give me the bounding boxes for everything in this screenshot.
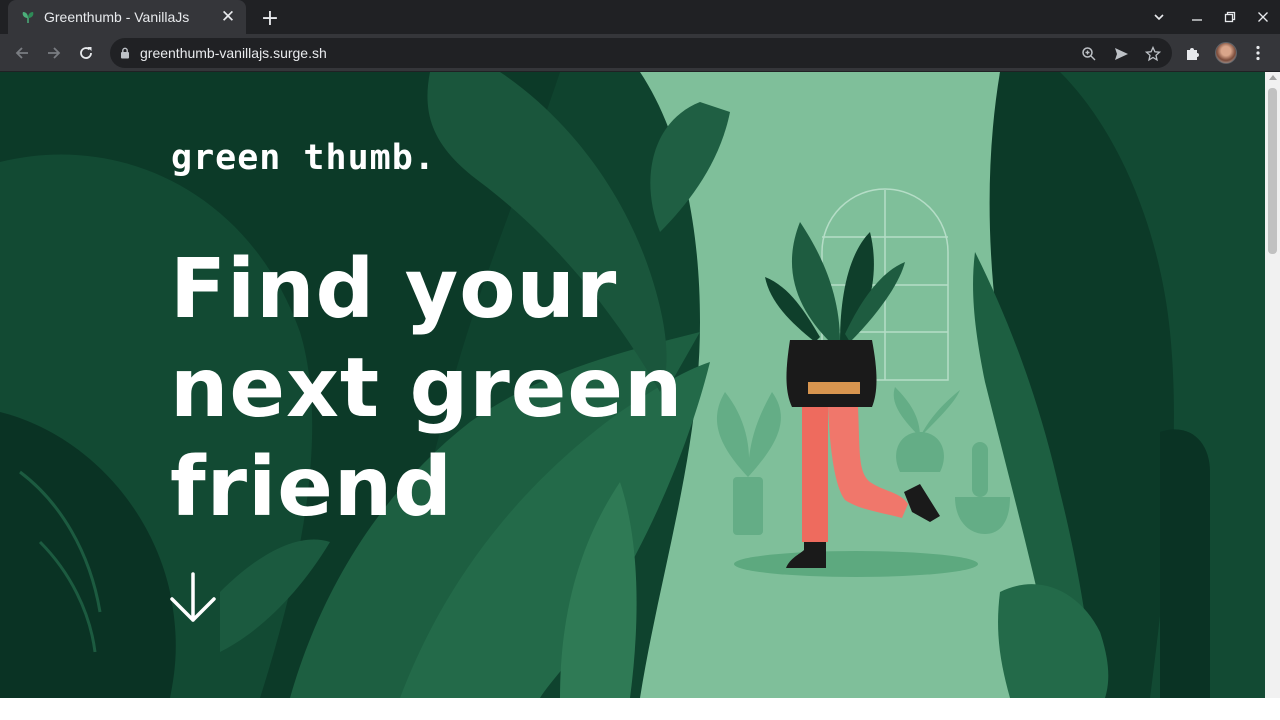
page-scrollbar[interactable]	[1265, 72, 1280, 698]
zoom-icon[interactable]	[1080, 45, 1098, 63]
scroll-up-arrow-icon[interactable]	[1269, 75, 1277, 80]
forward-arrow-icon[interactable]	[40, 39, 68, 67]
tab-close-icon[interactable]: ✕	[218, 7, 238, 27]
page-viewport: green thumb. Find your next green friend	[0, 72, 1265, 698]
headline-line: friend	[170, 440, 453, 535]
extensions-puzzle-icon[interactable]	[1183, 43, 1203, 63]
reload-icon[interactable]	[72, 39, 100, 67]
close-window-icon[interactable]	[1246, 0, 1279, 34]
address-bar[interactable]: greenthumb-vanillajs.surge.sh	[110, 38, 1172, 68]
send-icon[interactable]	[1112, 45, 1130, 63]
menu-kebab-icon[interactable]	[1248, 43, 1268, 63]
tab-title: Greenthumb - VanillaJs	[44, 9, 190, 25]
back-arrow-icon[interactable]	[8, 39, 36, 67]
browser-tab-bar: Greenthumb - VanillaJs ✕ +	[0, 0, 1280, 34]
browser-toolbar: greenthumb-vanillajs.surge.sh	[0, 34, 1280, 72]
scrollbar-thumb[interactable]	[1268, 88, 1277, 254]
profile-avatar[interactable]	[1215, 42, 1237, 64]
brand-logo[interactable]: green thumb.	[171, 138, 436, 178]
restore-icon[interactable]	[1213, 0, 1246, 34]
hero-headline: Find your next green friend	[170, 240, 683, 537]
next-section	[0, 698, 1265, 720]
url-text: greenthumb-vanillajs.surge.sh	[140, 45, 327, 61]
tab-search-icon[interactable]	[1142, 0, 1175, 34]
arrow-down-icon[interactable]	[169, 572, 217, 624]
bookmark-star-icon[interactable]	[1144, 45, 1162, 63]
new-tab-button[interactable]: +	[256, 4, 284, 32]
headline-line: next green	[170, 341, 684, 436]
minimize-icon[interactable]	[1180, 0, 1213, 34]
plant-favicon-icon	[20, 9, 36, 25]
lock-icon	[120, 44, 130, 63]
headline-line: Find your	[170, 242, 618, 337]
browser-tab[interactable]: Greenthumb - VanillaJs ✕	[8, 0, 246, 34]
